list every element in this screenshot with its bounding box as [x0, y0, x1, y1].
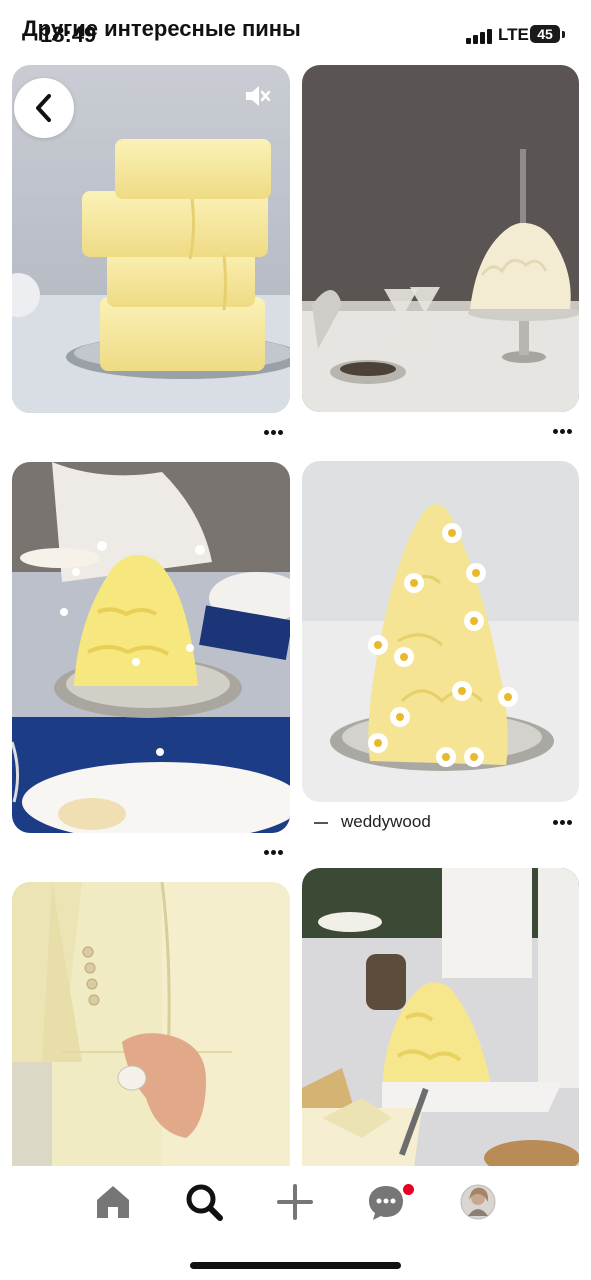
status-bar: 18:49 Другие интересные пины LTE 45 — [0, 0, 591, 64]
network-label: LTE — [498, 25, 529, 44]
nav-profile[interactable] — [456, 1180, 500, 1224]
muted-speaker-icon — [246, 86, 271, 106]
source-dash — [314, 822, 328, 824]
avatar — [460, 1184, 496, 1220]
plus-icon — [277, 1184, 313, 1220]
nav-create[interactable] — [273, 1180, 317, 1224]
signal-icon — [466, 28, 494, 44]
butter-buffet-image — [302, 868, 579, 1182]
nav-messages[interactable] — [364, 1180, 416, 1224]
notification-badge — [401, 1182, 416, 1197]
yellow-suit-image — [12, 882, 290, 1182]
back-arrow-icon — [36, 94, 51, 122]
battery-icon: 45 — [530, 25, 560, 43]
home-indicator — [190, 1262, 401, 1269]
mute-button[interactable] — [244, 84, 272, 108]
butter-daisies-table-image — [12, 462, 290, 833]
source-name: weddywood — [341, 812, 431, 831]
search-icon — [186, 1184, 223, 1221]
pin-whipped-cream-cake[interactable] — [302, 65, 579, 412]
pin-butter-cone-daisies[interactable] — [302, 461, 579, 802]
more-dots-icon[interactable] — [264, 850, 286, 856]
back-button[interactable] — [14, 78, 74, 138]
nav-home[interactable] — [91, 1180, 135, 1224]
more-dots-icon[interactable] — [264, 430, 286, 436]
battery-cap — [562, 31, 565, 38]
more-dots-icon[interactable] — [553, 429, 575, 435]
nav-search[interactable] — [182, 1180, 226, 1224]
page-title: Другие интересные пины — [22, 16, 301, 41]
butter-cone-daisies-image — [302, 461, 579, 802]
pin-yellow-suit[interactable] — [12, 882, 290, 1182]
pin-butter-daisies-table[interactable] — [12, 462, 290, 833]
more-dots-icon[interactable] — [553, 820, 575, 826]
whipped-cream-cake-image — [302, 65, 579, 412]
bottom-nav — [0, 1166, 591, 1280]
pin-butter-buffet[interactable] — [302, 868, 579, 1182]
home-icon — [97, 1186, 129, 1218]
